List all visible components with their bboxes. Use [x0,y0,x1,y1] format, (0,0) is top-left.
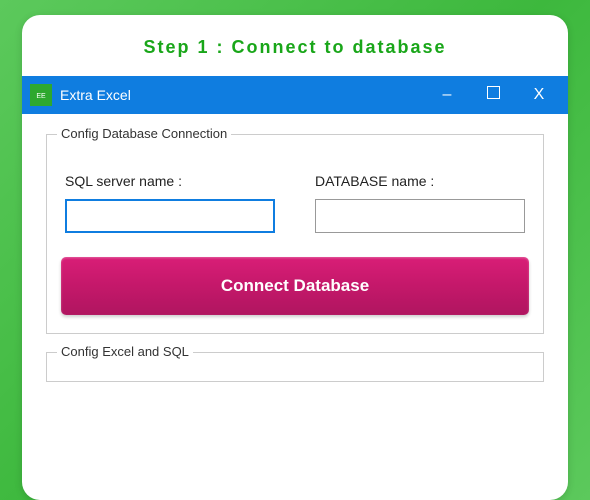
close-icon[interactable]: X [530,86,548,104]
groupbox-legend: Config Database Connection [57,126,231,141]
app-window: EE Extra Excel – X Config Database Conne… [22,76,568,382]
groupbox2-legend: Config Excel and SQL [57,344,193,359]
sql-server-input[interactable] [65,199,275,233]
card-container: Step 1 : Connect to database EE Extra Ex… [22,15,568,500]
config-database-groupbox: Config Database Connection SQL server na… [46,134,544,334]
sql-server-label: SQL server name : [65,173,275,189]
titlebar[interactable]: EE Extra Excel – X [22,76,568,114]
config-excel-sql-groupbox: Config Excel and SQL [46,352,544,382]
app-title: Extra Excel [60,87,438,103]
step-title: Step 1 : Connect to database [22,15,568,76]
connect-database-button[interactable]: Connect Database [61,257,529,315]
window-controls: – X [438,86,558,104]
app-icon: EE [30,84,52,106]
database-name-label: DATABASE name : [315,173,525,189]
minimize-icon[interactable]: – [438,86,456,104]
client-area: Config Database Connection SQL server na… [22,114,568,382]
database-name-input[interactable] [315,199,525,233]
maximize-icon[interactable] [484,86,502,104]
fields-row: SQL server name : DATABASE name : [61,173,529,233]
svg-text:EE: EE [36,93,46,100]
database-name-field: DATABASE name : [315,173,525,233]
sql-server-field: SQL server name : [65,173,275,233]
